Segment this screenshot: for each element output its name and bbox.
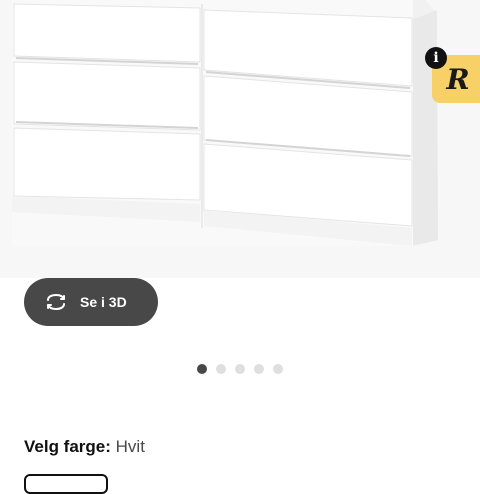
badge-logo-letter: R bbox=[446, 62, 470, 96]
carousel-dot-1[interactable] bbox=[197, 364, 207, 374]
carousel-dot-4[interactable] bbox=[254, 364, 264, 374]
product-image[interactable]: R i bbox=[0, 0, 480, 278]
info-icon[interactable]: i bbox=[425, 47, 447, 69]
info-icon-glyph: i bbox=[433, 50, 439, 66]
color-label: Velg farge: bbox=[24, 437, 111, 456]
color-swatch-selected[interactable] bbox=[24, 474, 108, 494]
rotate-3d-icon bbox=[47, 293, 65, 311]
carousel-dot-5[interactable] bbox=[273, 364, 283, 374]
view-in-3d-button[interactable]: Se i 3D bbox=[24, 278, 158, 326]
carousel-dot-2[interactable] bbox=[216, 364, 226, 374]
carousel-dot-3[interactable] bbox=[235, 364, 245, 374]
color-selection-heading: Velg farge: Hvit bbox=[24, 437, 145, 457]
dresser-illustration bbox=[0, 0, 480, 278]
carousel-pagination bbox=[197, 364, 283, 374]
view-in-3d-label: Se i 3D bbox=[80, 294, 127, 310]
color-value: Hvit bbox=[115, 437, 145, 456]
